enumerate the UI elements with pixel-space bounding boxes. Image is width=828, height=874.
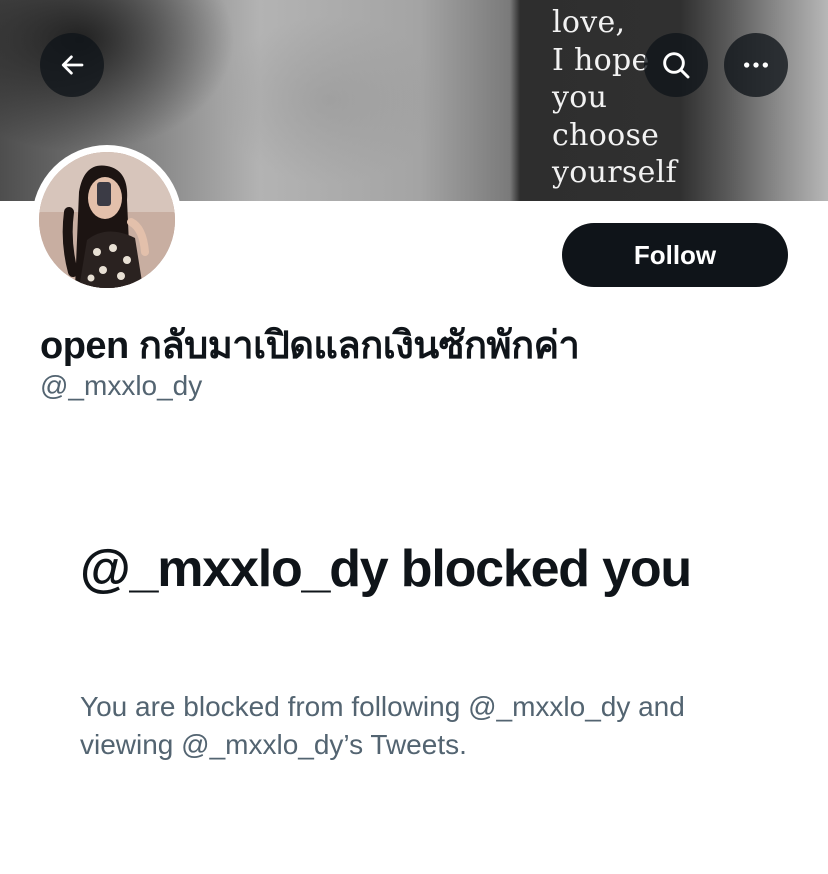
avatar bbox=[39, 152, 175, 288]
more-horizontal-icon bbox=[744, 62, 768, 68]
avatar-photo bbox=[39, 152, 175, 288]
more-options-button[interactable] bbox=[724, 33, 788, 97]
banner-poem-line: you bbox=[552, 80, 608, 115]
avatar-frame[interactable] bbox=[32, 145, 182, 295]
back-button[interactable] bbox=[40, 33, 104, 97]
banner-poem-text: love, I hope you choose yourself bbox=[552, 4, 732, 192]
search-icon bbox=[663, 52, 690, 79]
blocked-description: You are blocked from following @_mxxlo_d… bbox=[80, 691, 685, 760]
blocked-title: @_mxxlo_dy blocked you bbox=[80, 540, 692, 598]
banner-poem-line: love, bbox=[552, 5, 626, 40]
banner-poem-line: choose bbox=[552, 117, 660, 153]
profile-handle: @_mxxlo_dy bbox=[40, 370, 203, 401]
banner-poem-line: yourself bbox=[552, 155, 677, 190]
search-button[interactable] bbox=[644, 33, 708, 97]
arrow-left-icon bbox=[61, 55, 84, 75]
follow-button[interactable]: Follow bbox=[562, 223, 788, 287]
profile-display-name: open กลับมาเปิดแลกเงินซักพักค่า bbox=[40, 325, 580, 367]
